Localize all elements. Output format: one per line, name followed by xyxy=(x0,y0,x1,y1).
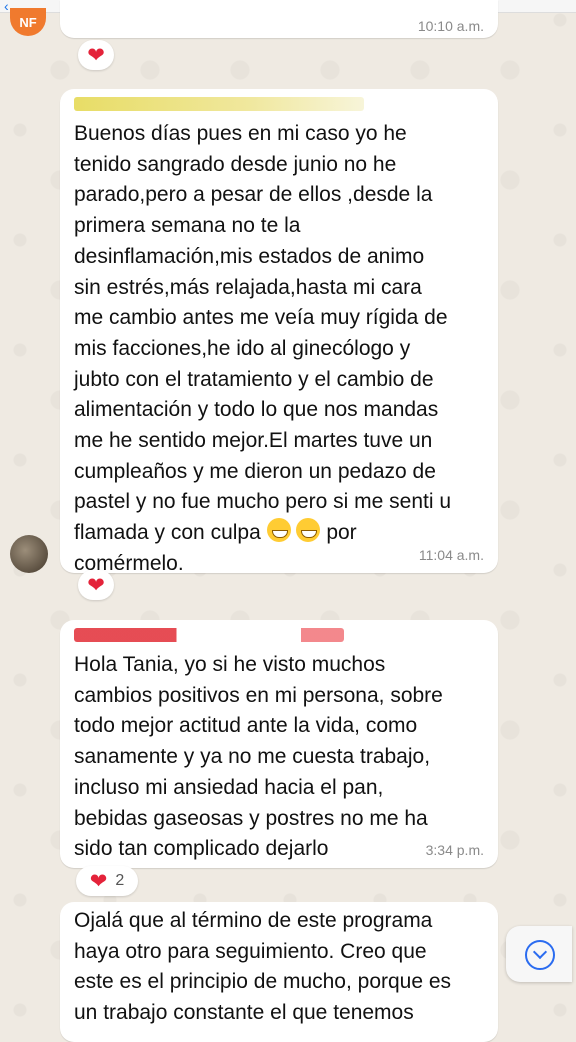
message-text: Buenos días pues en mi caso yo he tenido… xyxy=(74,119,484,580)
heart-icon: ❤ xyxy=(87,43,105,67)
message-time: 3:34 p.m. xyxy=(425,842,484,858)
message-line: me cambio antes me veía muy rígida de xyxy=(74,306,448,330)
message-bubble[interactable]: Buenos días pues en mi caso yo he tenido… xyxy=(60,89,498,575)
message-line: cumpleaños y me dieron un pedazo de xyxy=(74,459,436,483)
back-chevron-icon[interactable]: ‹ xyxy=(4,0,9,14)
message-line: haya otro para seguimiento. Creo que xyxy=(74,939,427,963)
message-line: alimentación y todo lo que nos mandas xyxy=(74,398,439,422)
message-text: Hola Tania, yo si he visto muchos cambio… xyxy=(74,650,484,865)
message-line: sanamente y ya no me cuesta trabajo, xyxy=(74,745,431,769)
message-line: Ojalá que al término de este programa xyxy=(74,909,433,932)
heart-icon: ❤ xyxy=(87,573,105,597)
reaction-pill[interactable]: ❤ 2 xyxy=(76,866,138,896)
reaction-pill[interactable]: ❤ xyxy=(78,570,114,600)
message-line: desinflamación,mis estados de animo xyxy=(74,244,425,268)
message-line: sin estrés,más relajada,hasta mi cara xyxy=(74,275,422,299)
reaction-pill[interactable]: ❤ xyxy=(78,40,114,70)
message-line: todo mejor actitud ante la vida, como xyxy=(74,714,418,738)
message-time: 10:10 a.m. xyxy=(417,18,484,34)
sender-name xyxy=(74,628,344,642)
message-line: jubto con el tratamiento y el cambio de xyxy=(74,367,434,391)
message-line: incluso mi ansiedad hacia el pan, xyxy=(74,775,384,799)
message-text: Ojalá que al término de este programa ha… xyxy=(74,906,484,1029)
scroll-to-bottom-button[interactable] xyxy=(506,926,572,982)
message-bubble[interactable]: 10:10 a.m. xyxy=(60,0,498,38)
message-line-text: flamada y con culpa xyxy=(74,521,261,545)
avatar-initials: NF xyxy=(19,14,37,30)
message-time: 11:04 a.m. xyxy=(418,547,484,563)
message-line: pastel y no fue mucho pero si me senti u xyxy=(74,490,452,514)
message-line: cambios positivos en mi persona, sobre xyxy=(74,683,443,707)
message-line: me he sentido mejor.El martes tuve un xyxy=(74,429,433,453)
grinning-face-icon xyxy=(266,518,291,543)
message-line-text: por xyxy=(326,521,357,545)
message-line: Hola Tania, yo si he visto muchos xyxy=(74,653,386,676)
message-bubble[interactable]: Ojalá que al término de este programa ha… xyxy=(60,902,498,1042)
heart-icon: ❤ xyxy=(89,869,108,893)
message-line: bebidas gaseosas y postres no me ha xyxy=(74,806,428,830)
message-line: tenido sangrado desde junio no he xyxy=(74,152,397,176)
message-line: un trabajo constante el que tenemos xyxy=(74,1001,414,1025)
message-line: mis facciones,he ido al ginecólogo y xyxy=(74,336,411,360)
message-line: este es el principio de mucho, porque es xyxy=(74,970,452,994)
chevron-down-icon xyxy=(525,940,555,970)
sender-name xyxy=(74,97,364,111)
message-line: Buenos días pues en mi caso yo he xyxy=(74,122,407,145)
reaction-count: 2 xyxy=(115,872,125,889)
sender-avatar[interactable] xyxy=(10,535,48,573)
message-line: flamada y con culpa por xyxy=(74,518,484,549)
message-line: parado,pero a pesar de ellos ,desde la xyxy=(74,183,433,207)
message-line: primera semana no te la xyxy=(74,214,301,238)
message-line: sido tan complicado dejarlo xyxy=(74,837,329,861)
message-bubble[interactable]: Hola Tania, yo si he visto muchos cambio… xyxy=(60,620,498,868)
grinning-face-icon xyxy=(296,518,321,543)
